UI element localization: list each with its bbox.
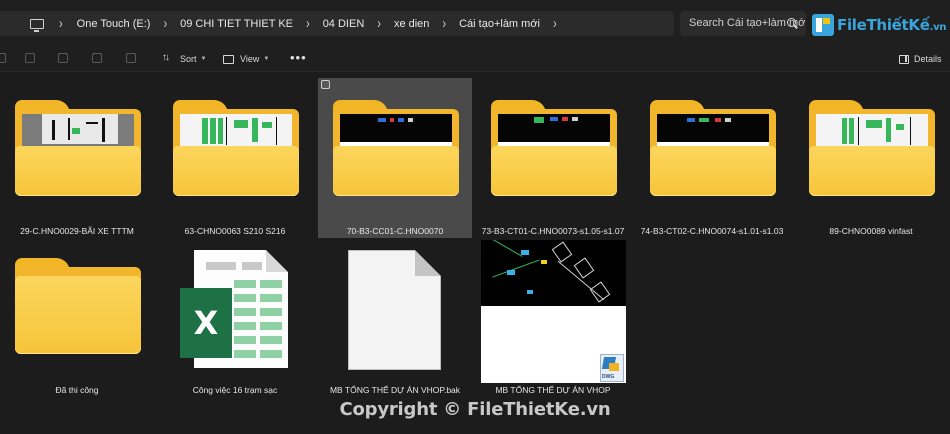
chevron-right-icon[interactable]: ›	[377, 16, 381, 32]
breadcrumb-item-current[interactable]: Cái tạo+làm mới	[459, 18, 540, 30]
folder-item[interactable]: Đã thi công	[0, 240, 154, 400]
command-bar: Sort ▼ View ▼ ••• Details	[0, 46, 950, 72]
chevron-right-icon[interactable]: ›	[442, 16, 446, 32]
folder-icon	[491, 100, 617, 196]
folder-icon	[650, 100, 776, 196]
view-icon	[223, 54, 234, 64]
details-pane-icon	[899, 54, 909, 64]
chevron-down-icon: ▼	[200, 56, 207, 62]
chevron-down-icon: ▼	[263, 56, 270, 62]
item-name: 63-CHNO0063 S210 S216	[184, 226, 286, 236]
watermark-logo: FileThiếtKế.vn	[812, 14, 946, 36]
item-name: Đã thi công	[55, 385, 99, 395]
item-name: MB TỔNG THỂ DỰ ÁN VHOP.bak	[329, 385, 461, 395]
copy-icon[interactable]	[58, 53, 68, 63]
logo-icon	[812, 14, 834, 36]
folder-item-selected[interactable]: 70-B3-CC01-C.HNO0070	[318, 78, 472, 238]
chevron-right-icon[interactable]: ›	[59, 16, 63, 32]
address-bar[interactable]: › One Touch (E:) › 09 CHI TIET THIET KE …	[0, 11, 674, 36]
more-options-button[interactable]: •••	[290, 50, 307, 65]
rename-icon[interactable]	[92, 53, 102, 63]
logo-text: FileThiếtKế	[837, 16, 930, 34]
sort-label: Sort	[180, 54, 197, 64]
new-icon[interactable]	[0, 53, 6, 63]
address-bar-row: › One Touch (E:) › 09 CHI TIET THIET KE …	[0, 0, 950, 46]
selection-checkbox[interactable]	[321, 80, 330, 89]
folder-item[interactable]: 73-B3-CT01-C.HNO0073-s1.05-s1.07	[476, 80, 630, 240]
copyright-watermark: Copyright © FileThietKe.vn	[339, 399, 611, 420]
dwg-file-badge-icon: DWG	[600, 354, 624, 382]
breadcrumb-item-drive[interactable]: One Touch (E:)	[77, 18, 151, 30]
breadcrumb-item-xe-dien[interactable]: xe dien	[394, 18, 429, 30]
view-button[interactable]: View ▼	[223, 53, 269, 65]
breadcrumb-item-chi-tiet[interactable]: 09 CHI TIET THIET KE	[180, 18, 293, 30]
folder-item[interactable]: 63-CHNO0063 S210 S216	[158, 80, 312, 240]
folder-item[interactable]: 29-C.HNO0029-BÃI XE TTTM	[0, 80, 154, 240]
search-icon[interactable]	[787, 18, 796, 27]
excel-file-icon[interactable]: X	[180, 250, 290, 368]
folder-icon	[333, 100, 459, 196]
item-name: MB TỔNG THỂ DỰ ÁN VHOP	[495, 385, 611, 395]
item-name: 73-B3-CT01-C.HNO0073-s1.05-s1.07	[481, 226, 625, 236]
item-name: 70-B3-CC01-C.HNO0070	[346, 226, 444, 236]
dwg-file-thumbnail[interactable]: DWG	[481, 240, 626, 383]
blank-file-icon[interactable]	[348, 250, 441, 370]
dwg-badge-label: DWG	[602, 374, 615, 380]
view-label: View	[240, 54, 260, 64]
delete-icon[interactable]	[126, 53, 136, 63]
folder-item[interactable]: 74-B3-CT02-C.HNO0074-s1.01-s1.03	[635, 80, 789, 240]
sort-icon	[162, 52, 174, 65]
details-button[interactable]: Details	[899, 53, 942, 65]
cut-icon[interactable]	[25, 53, 35, 63]
logo-domain: .vn	[929, 22, 947, 33]
chevron-right-icon[interactable]: ›	[163, 16, 167, 32]
folder-icon	[173, 100, 299, 196]
item-name: Công việc 16 trạm sạc	[192, 385, 278, 395]
folder-icon	[15, 100, 141, 196]
excel-x-logo: X	[180, 288, 232, 358]
computer-icon[interactable]	[30, 18, 44, 32]
item-name: 29-C.HNO0029-BÃI XE TTTM	[20, 226, 134, 236]
chevron-right-icon[interactable]: ›	[306, 16, 310, 32]
item-name: 74-B3-CT02-C.HNO0074-s1.01-s1.03	[640, 226, 784, 236]
folder-icon	[15, 258, 141, 354]
breadcrumb-item-dien[interactable]: 04 DIEN	[323, 18, 365, 30]
details-label: Details	[914, 54, 942, 64]
sort-button[interactable]: Sort ▼	[162, 52, 207, 65]
chevron-right-icon[interactable]: ›	[553, 16, 557, 32]
item-name: 89-CHNO0089 vinfast	[829, 226, 913, 236]
folder-icon	[809, 100, 935, 196]
folder-item[interactable]: 89-CHNO0089 vinfast	[794, 80, 948, 240]
